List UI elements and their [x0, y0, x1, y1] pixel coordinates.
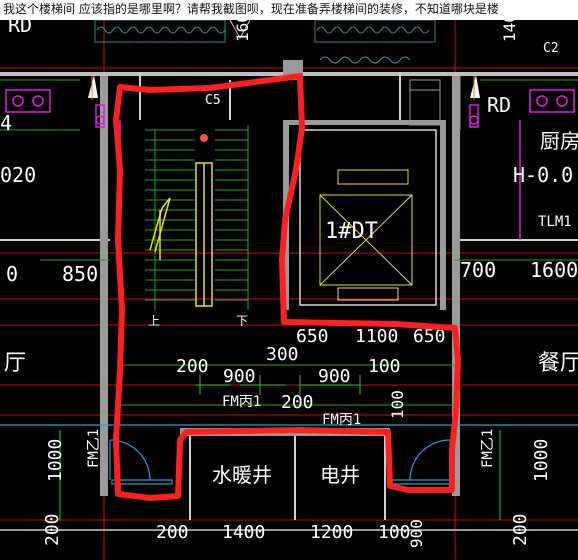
dim-900c: 900: [407, 519, 426, 548]
c2-label: C2: [543, 41, 559, 56]
dim-1100: 1100: [355, 326, 398, 347]
dim-100c: 100: [378, 522, 411, 543]
dim-850: 850: [62, 262, 98, 286]
elevation-label: H-0.0: [513, 163, 573, 187]
dim-1000b: 1000: [531, 439, 552, 482]
dim-200b: 200: [281, 392, 314, 413]
elevator-label: 1#DT: [325, 219, 378, 244]
dim-1600: 1600: [530, 258, 578, 282]
dim-1200: 1200: [310, 522, 353, 543]
dim-left-4: 4: [0, 111, 12, 135]
elevation-left: 020: [0, 163, 36, 187]
dim-bottom-200a: 200: [42, 513, 63, 546]
dim-900a: 900: [223, 366, 256, 387]
fm-door-left: FM丙1: [222, 394, 261, 410]
column-marker: [200, 134, 208, 142]
dim-100b: 100: [388, 390, 407, 419]
cad-floor-plan: RD RD C5 C2 160 140 厨房 H-0.0 020 TLM1 1#…: [0, 20, 578, 560]
kitchen-label: 厨房: [540, 129, 578, 153]
dim-bottom-200b: 200: [156, 522, 189, 543]
rd-left-label: RD: [8, 20, 32, 37]
dim-300: 300: [266, 344, 299, 365]
fm-side-left: FM乙1: [86, 429, 102, 468]
electric-shaft-label: 电井: [320, 463, 360, 487]
dim-700: 700: [460, 258, 496, 282]
stair-up-label: 下: [236, 314, 248, 328]
dim-200a: 200: [176, 356, 209, 377]
dining-label: 餐厅: [538, 351, 578, 376]
dim-1400: 1400: [222, 522, 265, 543]
door-tlm-label: TLM1: [538, 214, 572, 230]
fm-door-right: FM丙1: [322, 412, 361, 428]
question-text: 我这个楼梯间 应该指的是哪里啊？请帮我截图呗，现在准备弄楼梯间的装修，不知道哪块…: [0, 0, 578, 20]
dim-0: 0: [6, 262, 18, 286]
rd-right-label: RD: [487, 93, 511, 117]
dim-650a: 650: [296, 326, 329, 347]
dim-140: 140: [500, 20, 519, 42]
fm-side-right: FM乙1: [480, 429, 496, 468]
dim-200c: 200: [510, 513, 531, 546]
dim-100a: 100: [368, 356, 401, 377]
dim-160: 160: [233, 20, 252, 42]
water-shaft-label: 水暖井: [212, 463, 272, 487]
c5-label: C5: [205, 93, 221, 108]
living-label: 厅: [4, 351, 26, 376]
dim-900b: 900: [318, 366, 351, 387]
stair-down-label: 上: [148, 314, 160, 328]
dim-1000a: 1000: [45, 439, 66, 482]
